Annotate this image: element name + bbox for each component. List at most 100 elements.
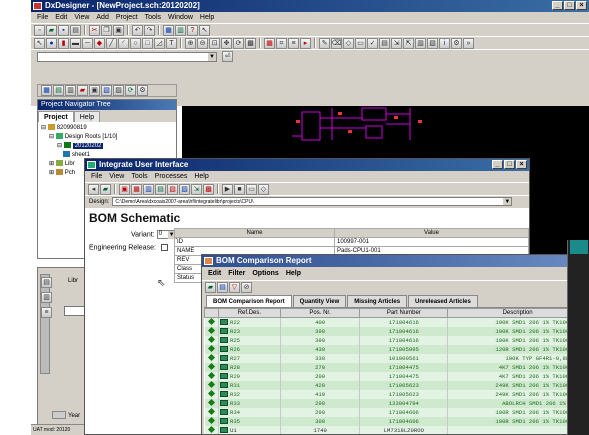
- column-header-status[interactable]: [204, 308, 219, 318]
- table-row[interactable]: R34 290 171004606 100R SMD1 206 1% TK100 RO…: [204, 407, 588, 417]
- library-sync-icon[interactable]: ▤: [155, 183, 166, 195]
- menu-edit[interactable]: Edit: [208, 270, 221, 277]
- junction-icon[interactable]: ◆: [94, 37, 105, 49]
- report-icon[interactable]: ▥: [415, 37, 426, 49]
- rectangle-icon[interactable]: □: [142, 37, 153, 49]
- export-icon[interactable]: ⇲: [391, 37, 402, 49]
- release-checkbox[interactable]: [160, 244, 168, 251]
- more-icon[interactable]: »: [463, 37, 474, 49]
- table-row[interactable]: R28 270 171004475 4K7 SMD1 206 1% TK100 ROO…: [204, 362, 588, 372]
- menu-window[interactable]: Window: [168, 14, 193, 21]
- print-icon[interactable]: ▤: [217, 281, 228, 293]
- chevron-down-icon[interactable]: ▼: [503, 198, 512, 205]
- zoom-in-icon[interactable]: ⊕: [185, 37, 196, 49]
- tab-help[interactable]: Help: [73, 111, 101, 122]
- import-icon[interactable]: ⇱: [403, 37, 414, 49]
- text-icon[interactable]: T: [166, 37, 177, 49]
- menu-help[interactable]: Help: [286, 270, 301, 277]
- menu-help[interactable]: Help: [194, 173, 208, 180]
- save-icon[interactable]: ▪: [58, 24, 69, 36]
- wire-icon[interactable]: ─: [82, 37, 93, 49]
- sheet-icon[interactable]: ▥: [65, 85, 76, 96]
- erase-icon[interactable]: ⌫: [331, 37, 342, 49]
- table-row[interactable]: R22 400 171004616 100K SMD1 206 1% TK100 RO…: [204, 317, 588, 327]
- column-header-value[interactable]: Value: [334, 228, 529, 238]
- close-button[interactable]: ×: [516, 160, 527, 169]
- command-combo[interactable]: ▼: [37, 51, 217, 62]
- menu-view[interactable]: View: [74, 14, 89, 21]
- new-icon[interactable]: ▫: [34, 24, 45, 36]
- table-row[interactable]: R31 420 171005623 249K SMD1 206 1% TK100 RO…: [204, 380, 588, 390]
- line-icon[interactable]: ╱: [106, 37, 117, 49]
- column-header-name[interactable]: Name: [174, 228, 335, 238]
- tab-unreleased-articles[interactable]: Unreleased Articles: [408, 295, 478, 307]
- menu-file[interactable]: File: [37, 14, 48, 21]
- folder-icon[interactable]: ▰: [100, 183, 111, 195]
- help-icon[interactable]: ?: [187, 24, 198, 36]
- pencil-icon[interactable]: ✎: [319, 37, 330, 49]
- filter-icon[interactable]: ▥: [41, 292, 52, 303]
- route-icon[interactable]: ▸: [300, 37, 311, 49]
- tab-quantity-view[interactable]: Quantity View: [292, 295, 347, 307]
- menu-view[interactable]: View: [109, 173, 124, 180]
- arc-icon[interactable]: ◜: [118, 37, 129, 49]
- menu-options[interactable]: Options: [252, 270, 278, 277]
- align-icon[interactable]: ≡: [288, 37, 299, 49]
- menu-processes[interactable]: Processes: [155, 173, 188, 180]
- menu-filter[interactable]: Filter: [228, 270, 245, 277]
- run-icon[interactable]: ▶: [222, 183, 233, 195]
- polyline-icon[interactable]: ◿: [154, 37, 165, 49]
- column-header-posnr[interactable]: Pos. Nr.: [279, 308, 361, 318]
- undo-icon[interactable]: ↶: [132, 24, 143, 36]
- info-icon[interactable]: i: [439, 37, 450, 49]
- menu-tools[interactable]: Tools: [145, 14, 161, 21]
- pan-icon[interactable]: ✥: [221, 37, 232, 49]
- chevron-down-icon[interactable]: ▼: [208, 52, 216, 61]
- filter-icon[interactable]: ▽: [229, 281, 240, 293]
- maximize-button[interactable]: □: [504, 160, 515, 169]
- pin-icon[interactable]: ▤: [41, 277, 52, 288]
- horizontal-scrollbar[interactable]: [52, 411, 66, 419]
- hierarchy-icon[interactable]: ▧: [101, 85, 112, 96]
- window-icon[interactable]: ▭: [246, 183, 257, 195]
- compare-icon[interactable]: ▦: [131, 183, 142, 195]
- zoom-fit-icon[interactable]: ▦: [163, 24, 174, 36]
- menu-help[interactable]: Help: [200, 14, 214, 21]
- column-header-refdes[interactable]: Ref.Des.: [217, 308, 281, 318]
- tab-project[interactable]: Project: [38, 111, 74, 122]
- menu-add[interactable]: Add: [96, 14, 108, 21]
- netlist-icon[interactable]: ▤: [379, 37, 390, 49]
- cut-icon[interactable]: ✂: [89, 24, 100, 36]
- net-icon[interactable]: ▮: [58, 37, 69, 49]
- redo-icon[interactable]: ↷: [144, 24, 155, 36]
- paste-icon[interactable]: ▣: [113, 24, 124, 36]
- menu-tools[interactable]: Tools: [131, 173, 147, 180]
- print-icon[interactable]: ▤: [70, 24, 81, 36]
- report-icon[interactable]: ▩: [203, 183, 214, 195]
- menu-project[interactable]: Project: [116, 14, 138, 21]
- back-icon[interactable]: ◂: [88, 183, 99, 195]
- property-icon[interactable]: ◇: [343, 37, 354, 49]
- refresh-icon[interactable]: ⟳: [125, 85, 136, 96]
- tree-item-project[interactable]: ⊟ 820990819: [41, 124, 173, 133]
- tree-icon[interactable]: ▤: [53, 85, 64, 96]
- table-row[interactable]: R35 300 171004606 100R SMD1 206 1% TK100 RO…: [204, 416, 588, 426]
- table-row[interactable]: ID 100997-001: [174, 237, 529, 247]
- bus-icon[interactable]: ▬: [70, 37, 81, 49]
- component-icon[interactable]: ●: [46, 37, 57, 49]
- tree-item-design[interactable]: ⊟ 20120202: [41, 142, 173, 151]
- open-icon[interactable]: ▰: [46, 24, 57, 36]
- select-icon[interactable]: ↖: [34, 37, 45, 49]
- cursor-help-icon[interactable]: ↖: [199, 24, 210, 36]
- minimize-button[interactable]: _: [552, 1, 563, 10]
- table-row[interactable]: U1 1740 LM7318LZ0ROO: [204, 425, 588, 434]
- circle-icon[interactable]: ○: [130, 37, 141, 49]
- stop-icon[interactable]: ■: [234, 183, 245, 195]
- sheet-icon[interactable]: ▧: [427, 37, 438, 49]
- close-button[interactable]: ×: [576, 1, 587, 10]
- tab-bom-comparison-report[interactable]: BOM Comparison Report: [206, 295, 292, 307]
- table-row[interactable]: R23 390 171004616 100K SMD1 206 1% TK100 RO…: [204, 326, 588, 336]
- block-icon[interactable]: ▣: [89, 85, 100, 96]
- design-path-combo[interactable]: C:\Demo\Area\dxcoais2007-area\hf\integra…: [112, 197, 513, 206]
- article-icon[interactable]: ▥: [143, 183, 154, 195]
